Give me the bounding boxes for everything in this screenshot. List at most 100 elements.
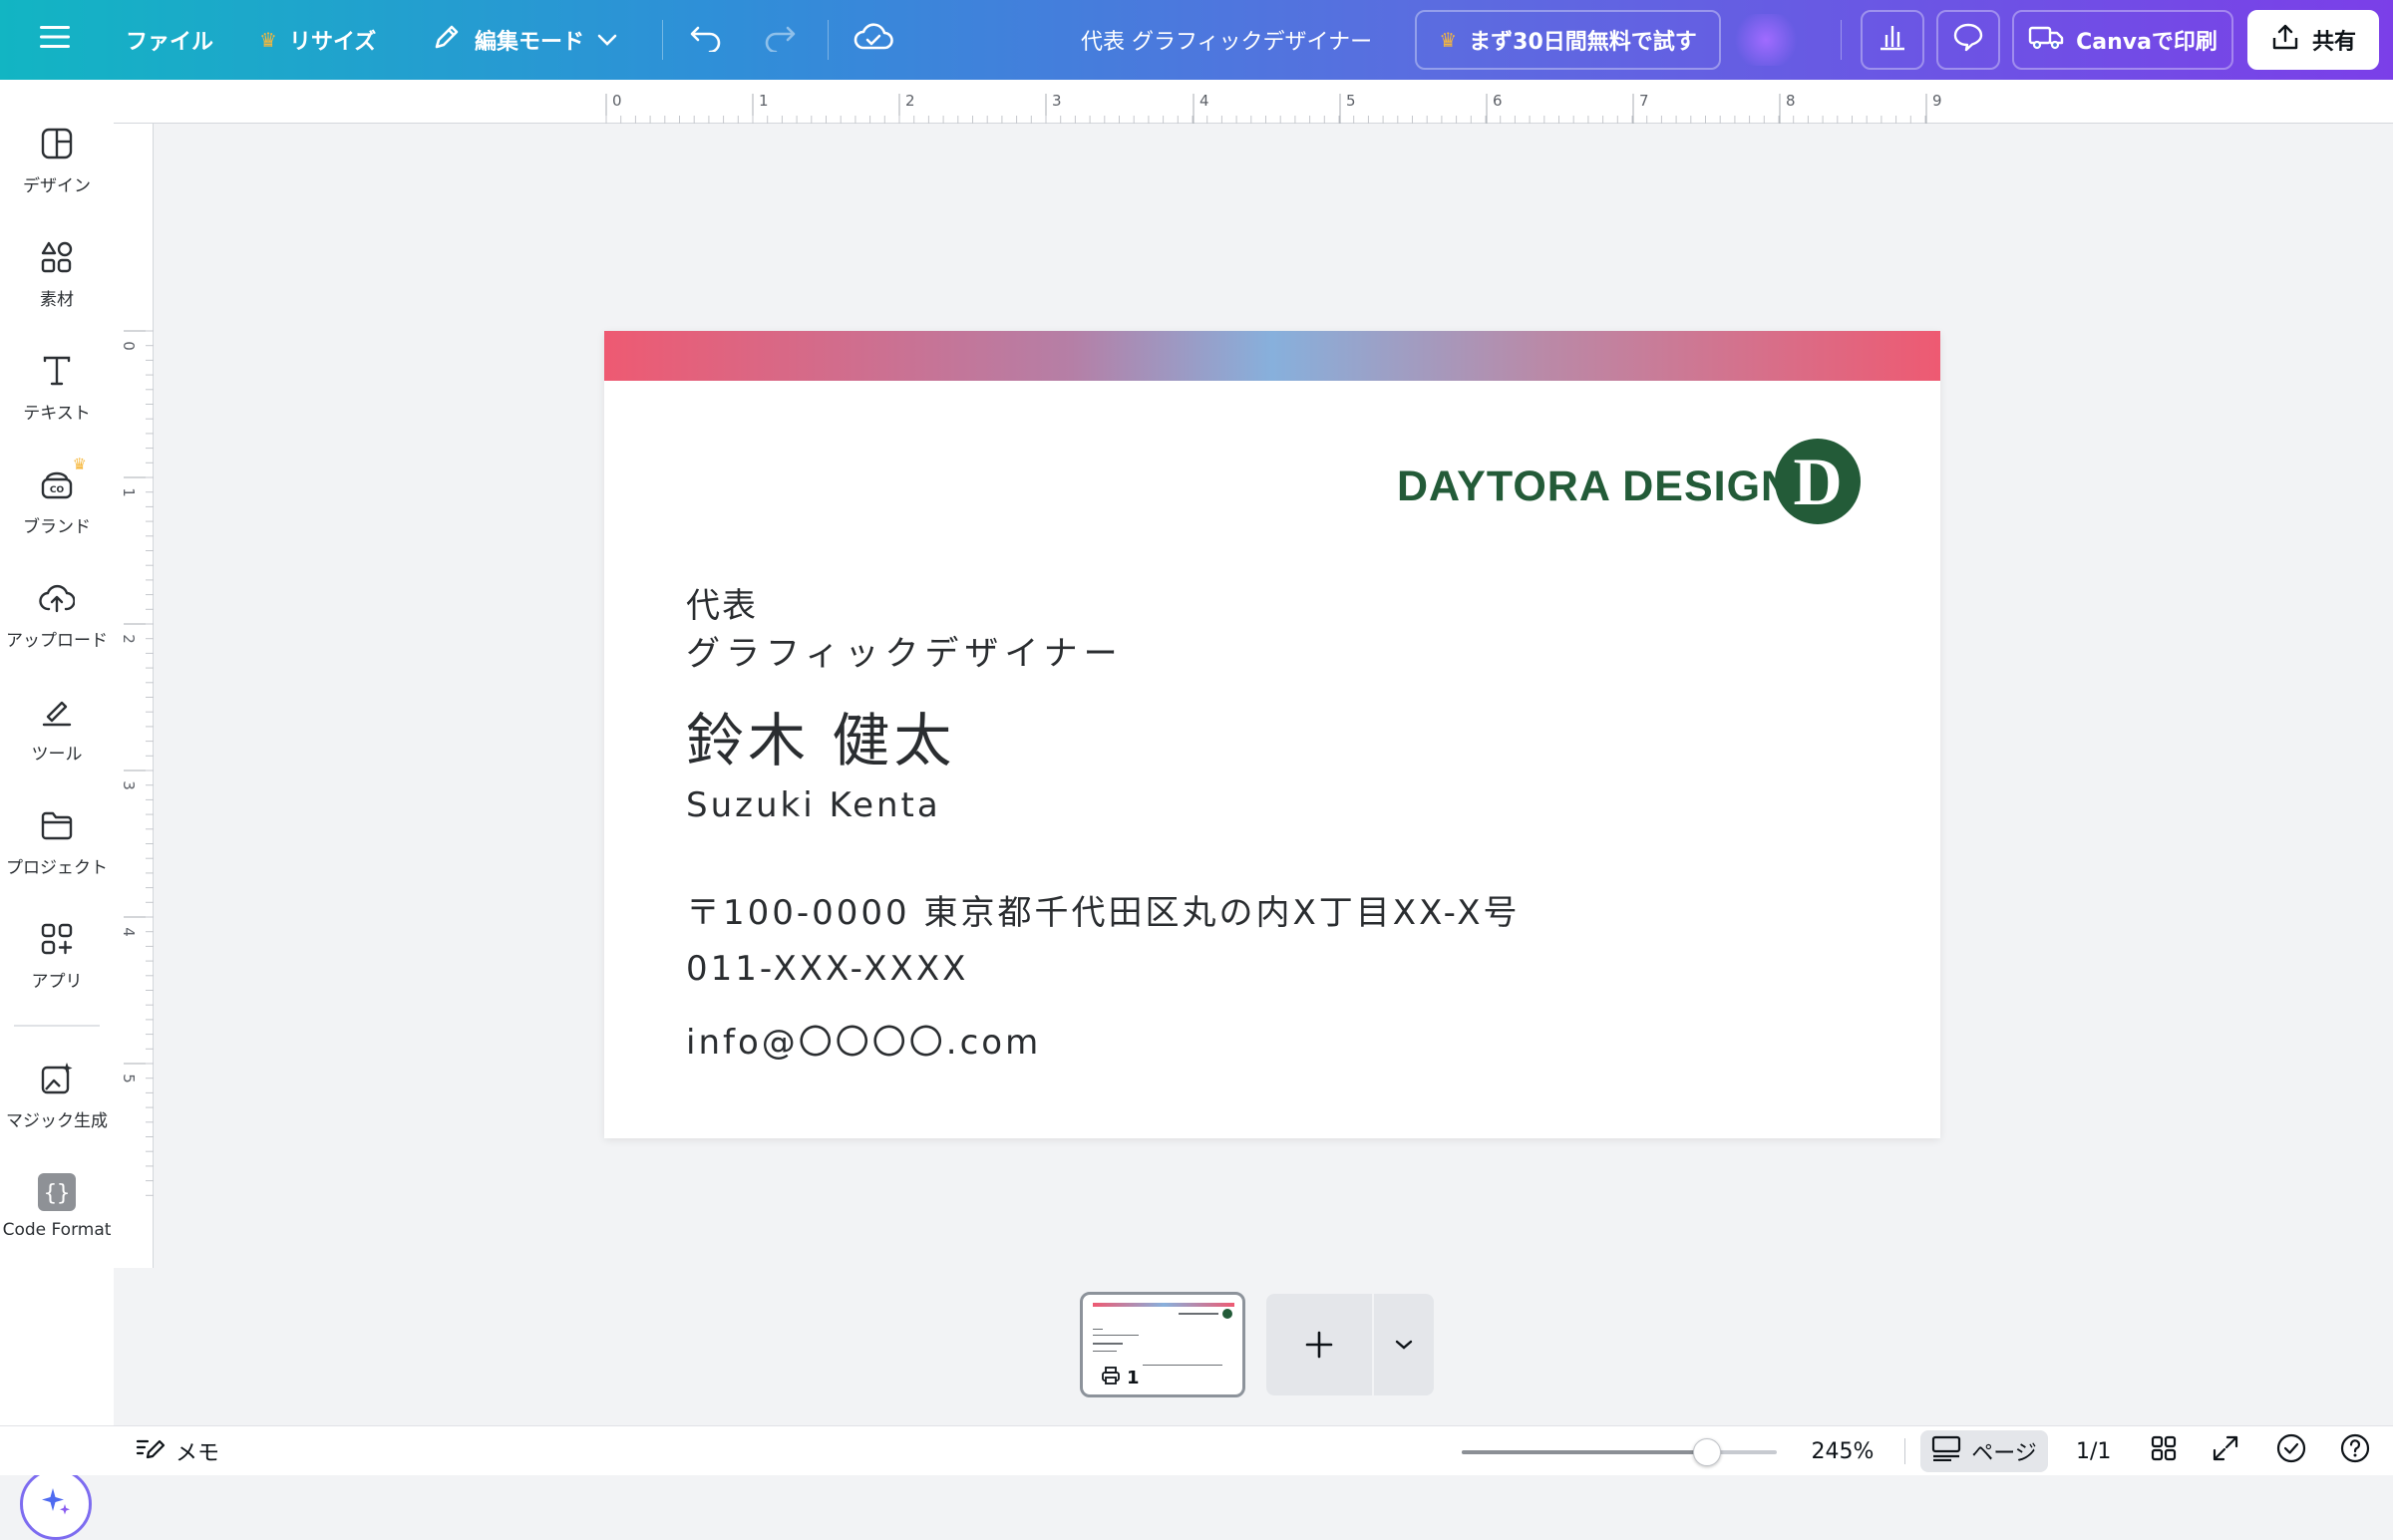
design-icon [37, 124, 77, 163]
page-thumbnail[interactable]: 1 [1080, 1292, 1245, 1397]
redo-button[interactable] [762, 0, 798, 80]
page-number: 1 [1127, 1368, 1140, 1388]
notes-icon [136, 1435, 166, 1467]
plus-icon [1304, 1320, 1334, 1371]
page-number-badge: 1 [1101, 1367, 1140, 1389]
save-status-button[interactable] [854, 0, 893, 80]
ruler-label: 8 [1786, 92, 1796, 110]
crown-icon: ♛ [72, 455, 87, 473]
file-menu-button[interactable]: ファイル [126, 0, 213, 80]
design-canvas-page[interactable]: DAYTORA DESIGN D 代表 グラフィックデザイナー 鈴木 健太 Su… [604, 331, 1940, 1138]
check-button[interactable] [2275, 1426, 2307, 1476]
chevron-down-icon [596, 28, 618, 53]
undo-button[interactable] [688, 0, 724, 80]
job-title-line1[interactable]: 代表 [686, 578, 758, 627]
add-page-button[interactable] [1266, 1294, 1372, 1395]
sidebar-item-projects[interactable]: プロジェクト [0, 805, 114, 905]
svg-text:CO: CO [50, 485, 65, 495]
page-view-label: ページ [1971, 1441, 2037, 1466]
zoom-percentage-button[interactable]: 245% [1811, 1426, 1875, 1476]
svg-text:{}: {} [44, 1181, 71, 1206]
page-view-toggle[interactable]: ページ [1920, 1430, 2048, 1472]
page-count: 1/1 [2076, 1438, 2112, 1464]
ruler-label: 2 [119, 634, 138, 644]
sidebar-item-tools[interactable]: ツール [0, 692, 114, 791]
help-button[interactable] [2339, 1426, 2371, 1476]
zoom-slider[interactable] [1462, 1438, 1777, 1466]
ruler-label: 3 [1052, 92, 1062, 110]
sidebar-item-code-format[interactable]: {} Code Format [0, 1172, 114, 1272]
resize-button[interactable]: ♛ リサイズ [259, 0, 376, 80]
magic-media-icon [37, 1059, 77, 1098]
sidebar-item-label: ツール [31, 745, 83, 765]
sidebar-item-label: 素材 [40, 290, 74, 310]
comments-button[interactable] [1936, 10, 2000, 70]
job-title-line2[interactable]: グラフィックデザイナー [686, 626, 1124, 675]
share-button[interactable]: 共有 [2247, 10, 2379, 70]
brand-icon: CO ♛ [37, 455, 87, 504]
sidebar-item-label: デザイン [23, 176, 91, 196]
avatar-glow[interactable] [1730, 14, 1802, 66]
magic-assistant-button[interactable] [20, 1468, 92, 1540]
ruler-label: 6 [1493, 92, 1503, 110]
insights-button[interactable] [1861, 10, 1924, 70]
tools-icon [37, 692, 77, 732]
grid-view-button[interactable] [2150, 1426, 2178, 1476]
sidebar-item-brand[interactable]: CO ♛ ブランド [0, 455, 114, 564]
sidebar-item-label: アプリ [31, 972, 83, 992]
sidebar-divider [14, 1025, 100, 1027]
ruler-label: 2 [905, 92, 915, 110]
sidebar-item-label: Code Format [2, 1220, 112, 1240]
gradient-header-band[interactable] [604, 331, 1940, 381]
print-button[interactable]: Canvaで印刷 [2012, 10, 2233, 70]
sidebar-item-uploads[interactable]: アップロード [0, 578, 114, 678]
thumb-text-line [1093, 1343, 1123, 1345]
sidebar-item-apps[interactable]: アプリ [0, 919, 114, 1019]
hamburger-icon [40, 25, 70, 55]
print-icon [1101, 1367, 1121, 1389]
phone-text[interactable]: 011-XXX-XXXX [686, 949, 968, 989]
top-toolbar: ファイル ♛ リサイズ 編集モード 代表 グラフィックデザイナー ♛ まず30日… [0, 0, 2393, 80]
zoom-slider-fill [1462, 1450, 1708, 1454]
horizontal-ruler: 0 1 2 3 4 5 6 7 8 9 [114, 80, 2393, 124]
ruler-label: 1 [119, 487, 138, 497]
sidebar-item-design[interactable]: デザイン [0, 124, 114, 223]
main-menu-button[interactable] [40, 0, 70, 80]
undo-icon [688, 22, 724, 58]
page-view-icon [1931, 1435, 1961, 1467]
logo-d-mark-icon[interactable]: D [1775, 439, 1861, 524]
fullscreen-button[interactable] [2212, 1426, 2239, 1476]
bottom-status-bar: メモ 245% ページ 1/1 [0, 1425, 2393, 1475]
add-page-options-button[interactable] [1374, 1294, 1434, 1395]
sidebar-item-elements[interactable]: 素材 [0, 237, 114, 337]
page-counter[interactable]: 1/1 [2076, 1426, 2111, 1476]
document-title[interactable]: 代表 グラフィックデザイナー [1081, 0, 1372, 80]
expand-icon [2212, 1434, 2239, 1468]
address-text[interactable]: 〒100-0000 東京都千代田区丸の内X丁目XX-X号 [686, 885, 1521, 934]
sidebar-item-magic-media[interactable]: マジック生成 [0, 1059, 114, 1158]
text-icon [37, 351, 77, 391]
free-trial-button[interactable]: ♛ まず30日間無料で試す [1415, 10, 1721, 70]
name-english[interactable]: Suzuki Kenta [686, 785, 941, 825]
logo-text[interactable]: DAYTORA DESIGN [1397, 462, 1793, 511]
zoom-level: 245% [1811, 1438, 1875, 1464]
name-japanese[interactable]: 鈴木 健太 [686, 694, 955, 777]
zoom-slider-handle[interactable] [1693, 1438, 1722, 1466]
email-text[interactable]: info@〇〇〇〇.com [686, 1015, 1041, 1064]
thumb-band [1093, 1303, 1234, 1307]
ruler-ticks [605, 94, 1927, 124]
thumb-text-line [1093, 1329, 1103, 1330]
delivery-truck-icon [2028, 23, 2064, 57]
thumb-text-line [1093, 1351, 1117, 1352]
logo-letter: D [1793, 443, 1843, 519]
notes-label: メモ [175, 1441, 220, 1466]
share-upload-icon [2270, 22, 2300, 58]
edit-mode-dropdown[interactable]: 編集モード [431, 0, 618, 80]
ruler-label: 3 [119, 780, 138, 790]
notes-button[interactable]: メモ [136, 1426, 219, 1476]
sidebar-item-text[interactable]: テキスト [0, 351, 114, 451]
redo-icon [762, 22, 798, 58]
resize-label: リサイズ [288, 30, 377, 55]
crown-icon: ♛ [1439, 28, 1458, 52]
comment-icon [1952, 22, 1984, 58]
